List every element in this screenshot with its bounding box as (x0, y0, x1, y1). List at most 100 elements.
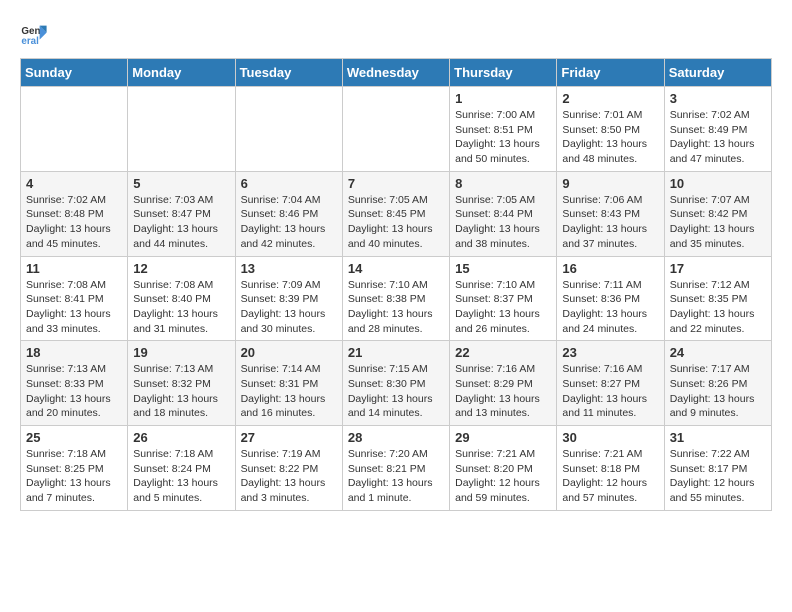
day-info: Sunrise: 7:07 AM Sunset: 8:42 PM Dayligh… (670, 193, 766, 252)
calendar-cell (21, 87, 128, 172)
day-info: Sunrise: 7:16 AM Sunset: 8:27 PM Dayligh… (562, 362, 658, 421)
day-number: 31 (670, 430, 766, 445)
calendar-cell: 31 Sunrise: 7:22 AM Sunset: 8:17 PM Dayli… (664, 426, 771, 511)
calendar-cell: 9Sunrise: 7:06 AM Sunset: 8:43 PM Daylig… (557, 171, 664, 256)
day-info: Sunrise: 7:02 AM Sunset: 8:49 PM Dayligh… (670, 108, 766, 167)
day-info: Sunrise: 7:21 AM Sunset: 8:18 PM Dayligh… (562, 447, 658, 506)
day-of-week-header: Thursday (450, 59, 557, 87)
calendar-cell: 10 Sunrise: 7:07 AM Sunset: 8:42 PM Dayli… (664, 171, 771, 256)
calendar-cell: 11 Sunrise: 7:08 AM Sunset: 8:41 PM Dayli… (21, 256, 128, 341)
day-info: Sunrise: 7:16 AM Sunset: 8:29 PM Dayligh… (455, 362, 551, 421)
day-info: Sunrise: 7:04 AM Sunset: 8:46 PM Dayligh… (241, 193, 337, 252)
day-number: 28 (348, 430, 444, 445)
day-of-week-header: Saturday (664, 59, 771, 87)
day-info: Sunrise: 7:12 AM Sunset: 8:35 PM Dayligh… (670, 278, 766, 337)
calendar-week-row: 4 Sunrise: 7:02 AM Sunset: 8:48 PM Daylig… (21, 171, 772, 256)
calendar-week-row: 1 Sunrise: 7:00 AM Sunset: 8:51 PM Daylig… (21, 87, 772, 172)
day-number: 30 (562, 430, 658, 445)
day-number: 25 (26, 430, 122, 445)
day-info: Sunrise: 7:03 AM Sunset: 8:47 PM Dayligh… (133, 193, 229, 252)
day-info: Sunrise: 7:15 AM Sunset: 8:30 PM Dayligh… (348, 362, 444, 421)
day-number: 23 (562, 345, 658, 360)
calendar-cell: 21 Sunrise: 7:15 AM Sunset: 8:30 PM Dayli… (342, 341, 449, 426)
calendar-cell: 17 Sunrise: 7:12 AM Sunset: 8:35 PM Dayli… (664, 256, 771, 341)
day-of-week-header: Tuesday (235, 59, 342, 87)
day-info: Sunrise: 7:20 AM Sunset: 8:21 PM Dayligh… (348, 447, 444, 506)
day-info: Sunrise: 7:05 AM Sunset: 8:44 PM Dayligh… (455, 193, 551, 252)
day-of-week-header: Friday (557, 59, 664, 87)
day-number: 14 (348, 261, 444, 276)
day-info: Sunrise: 7:02 AM Sunset: 8:48 PM Dayligh… (26, 193, 122, 252)
day-number: 18 (26, 345, 122, 360)
day-number: 1 (455, 91, 551, 106)
calendar-cell: 13 Sunrise: 7:09 AM Sunset: 8:39 PM Dayli… (235, 256, 342, 341)
day-info: Sunrise: 7:19 AM Sunset: 8:22 PM Dayligh… (241, 447, 337, 506)
day-info: Sunrise: 7:10 AM Sunset: 8:37 PM Dayligh… (455, 278, 551, 337)
calendar-cell: 18Sunrise: 7:13 AM Sunset: 8:33 PM Dayli… (21, 341, 128, 426)
page-header: Gen eral (20, 20, 772, 48)
calendar-cell: 26 Sunrise: 7:18 AM Sunset: 8:24 PM Dayli… (128, 426, 235, 511)
calendar-cell: 23 Sunrise: 7:16 AM Sunset: 8:27 PM Dayli… (557, 341, 664, 426)
calendar-cell: 29Sunrise: 7:21 AM Sunset: 8:20 PM Dayli… (450, 426, 557, 511)
day-info: Sunrise: 7:17 AM Sunset: 8:26 PM Dayligh… (670, 362, 766, 421)
calendar-cell: 24 Sunrise: 7:17 AM Sunset: 8:26 PM Dayli… (664, 341, 771, 426)
day-info: Sunrise: 7:18 AM Sunset: 8:25 PM Dayligh… (26, 447, 122, 506)
calendar-cell: 28 Sunrise: 7:20 AM Sunset: 8:21 PM Dayli… (342, 426, 449, 511)
day-number: 22 (455, 345, 551, 360)
day-of-week-header: Sunday (21, 59, 128, 87)
day-info: Sunrise: 7:05 AM Sunset: 8:45 PM Dayligh… (348, 193, 444, 252)
calendar-week-row: 25 Sunrise: 7:18 AM Sunset: 8:25 PM Dayli… (21, 426, 772, 511)
day-info: Sunrise: 7:01 AM Sunset: 8:50 PM Dayligh… (562, 108, 658, 167)
calendar-table: SundayMondayTuesdayWednesdayThursdayFrid… (20, 58, 772, 511)
day-number: 6 (241, 176, 337, 191)
day-of-week-header: Monday (128, 59, 235, 87)
day-number: 7 (348, 176, 444, 191)
day-info: Sunrise: 7:08 AM Sunset: 8:40 PM Dayligh… (133, 278, 229, 337)
day-info: Sunrise: 7:11 AM Sunset: 8:36 PM Dayligh… (562, 278, 658, 337)
day-number: 27 (241, 430, 337, 445)
day-number: 26 (133, 430, 229, 445)
calendar-cell: 19Sunrise: 7:13 AM Sunset: 8:32 PM Dayli… (128, 341, 235, 426)
calendar-cell: 22 Sunrise: 7:16 AM Sunset: 8:29 PM Dayli… (450, 341, 557, 426)
day-number: 21 (348, 345, 444, 360)
calendar-cell (128, 87, 235, 172)
day-number: 9 (562, 176, 658, 191)
calendar-cell: 30 Sunrise: 7:21 AM Sunset: 8:18 PM Dayli… (557, 426, 664, 511)
calendar-week-row: 11 Sunrise: 7:08 AM Sunset: 8:41 PM Dayli… (21, 256, 772, 341)
day-info: Sunrise: 7:08 AM Sunset: 8:41 PM Dayligh… (26, 278, 122, 337)
calendar-cell: 20Sunrise: 7:14 AM Sunset: 8:31 PM Dayli… (235, 341, 342, 426)
day-number: 8 (455, 176, 551, 191)
day-info: Sunrise: 7:00 AM Sunset: 8:51 PM Dayligh… (455, 108, 551, 167)
day-number: 5 (133, 176, 229, 191)
day-number: 15 (455, 261, 551, 276)
calendar-cell: 2Sunrise: 7:01 AM Sunset: 8:50 PM Daylig… (557, 87, 664, 172)
day-number: 11 (26, 261, 122, 276)
calendar-week-row: 18Sunrise: 7:13 AM Sunset: 8:33 PM Dayli… (21, 341, 772, 426)
day-number: 13 (241, 261, 337, 276)
day-info: Sunrise: 7:14 AM Sunset: 8:31 PM Dayligh… (241, 362, 337, 421)
calendar-cell: 27 Sunrise: 7:19 AM Sunset: 8:22 PM Dayli… (235, 426, 342, 511)
day-number: 16 (562, 261, 658, 276)
calendar-cell: 15 Sunrise: 7:10 AM Sunset: 8:37 PM Dayli… (450, 256, 557, 341)
svg-text:eral: eral (21, 36, 39, 47)
calendar-cell: 16 Sunrise: 7:11 AM Sunset: 8:36 PM Dayli… (557, 256, 664, 341)
calendar-cell: 1 Sunrise: 7:00 AM Sunset: 8:51 PM Daylig… (450, 87, 557, 172)
day-number: 24 (670, 345, 766, 360)
day-info: Sunrise: 7:22 AM Sunset: 8:17 PM Dayligh… (670, 447, 766, 506)
logo: Gen eral (20, 20, 52, 48)
calendar-cell: 3 Sunrise: 7:02 AM Sunset: 8:49 PM Daylig… (664, 87, 771, 172)
day-number: 10 (670, 176, 766, 191)
calendar-cell: 12 Sunrise: 7:08 AM Sunset: 8:40 PM Dayli… (128, 256, 235, 341)
calendar-cell: 14Sunrise: 7:10 AM Sunset: 8:38 PM Dayli… (342, 256, 449, 341)
calendar-cell: 4 Sunrise: 7:02 AM Sunset: 8:48 PM Daylig… (21, 171, 128, 256)
day-number: 4 (26, 176, 122, 191)
day-info: Sunrise: 7:09 AM Sunset: 8:39 PM Dayligh… (241, 278, 337, 337)
calendar-cell (342, 87, 449, 172)
day-number: 12 (133, 261, 229, 276)
day-info: Sunrise: 7:18 AM Sunset: 8:24 PM Dayligh… (133, 447, 229, 506)
calendar-header-row: SundayMondayTuesdayWednesdayThursdayFrid… (21, 59, 772, 87)
day-number: 17 (670, 261, 766, 276)
day-number: 19 (133, 345, 229, 360)
day-number: 3 (670, 91, 766, 106)
calendar-cell: 5 Sunrise: 7:03 AM Sunset: 8:47 PM Daylig… (128, 171, 235, 256)
